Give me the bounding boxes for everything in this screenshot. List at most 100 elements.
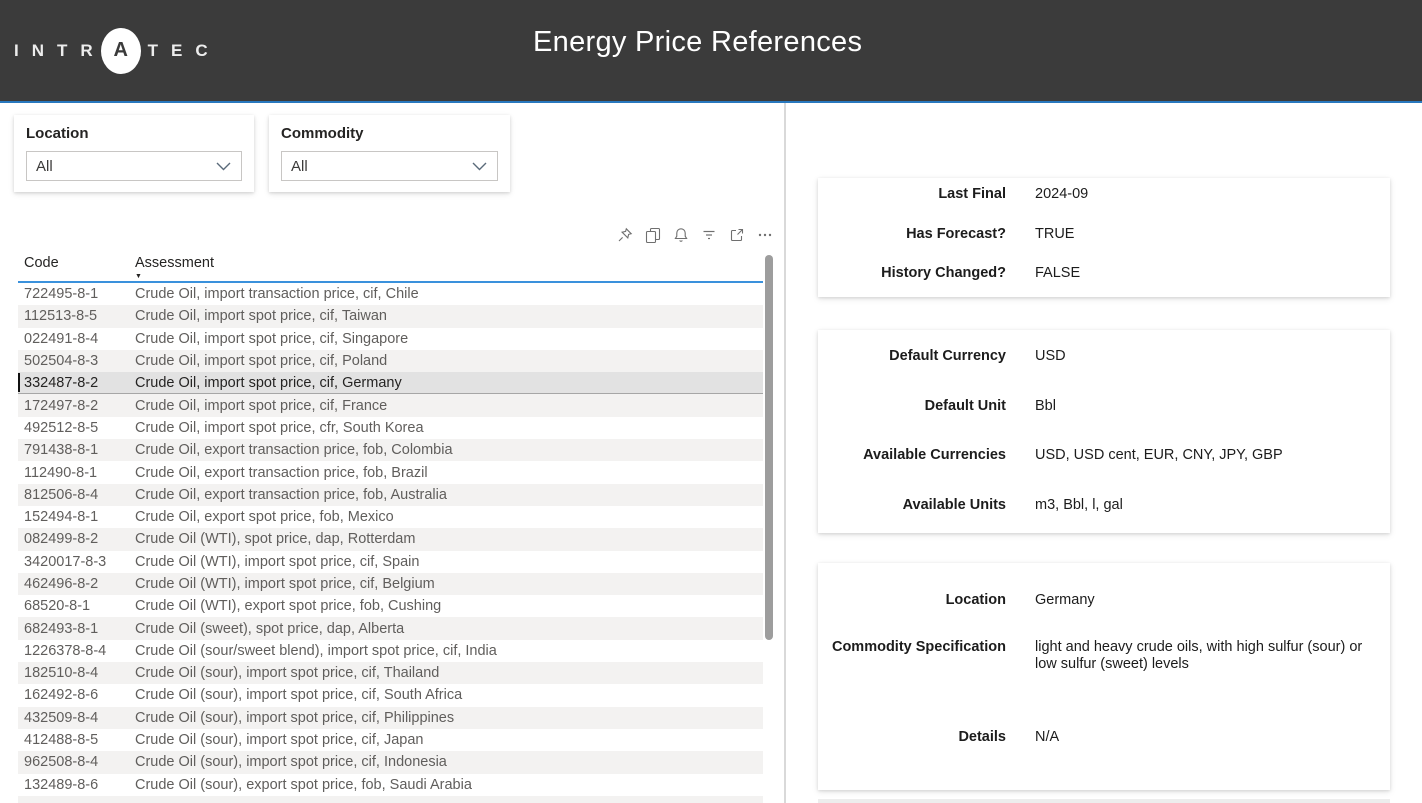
copy-icon[interactable]	[645, 227, 661, 243]
table-row[interactable]: 412488-8-5 Crude Oil (sour), import spot…	[18, 729, 763, 751]
detail-label: Details	[818, 729, 1006, 745]
code-cell: 432509-8-4	[24, 710, 135, 726]
table-row[interactable]: 812506-8-4 Crude Oil, export transaction…	[18, 484, 763, 506]
code-cell: 162492-8-6	[24, 687, 135, 703]
code-cell: 132489-8-6	[24, 777, 135, 793]
location-detail-card: Location Germany Commodity Specification…	[818, 563, 1390, 790]
table-row[interactable]: 492512-8-5 Crude Oil, import spot price,…	[18, 417, 763, 439]
table-row[interactable]: 462496-8-2 Crude Oil (WTI), import spot …	[18, 573, 763, 595]
table-scrollbar-thumb[interactable]	[765, 255, 773, 640]
detail-row: Commodity Specification light and heavy …	[818, 639, 1390, 674]
detail-row: Details N/A	[818, 729, 1390, 747]
assessment-cell: Crude Oil (sour), import spot price, cif…	[135, 732, 763, 748]
alert-bell-icon[interactable]	[673, 227, 689, 243]
partial-next-row	[18, 796, 763, 803]
table-row[interactable]: 791438-8-1 Crude Oil, export transaction…	[18, 439, 763, 461]
table-row[interactable]: 112513-8-5 Crude Oil, import spot price,…	[18, 305, 763, 327]
code-cell: 722495-8-1	[24, 286, 135, 302]
pin-icon[interactable]	[617, 227, 633, 243]
assessment-cell: Crude Oil (sour), import spot price, cif…	[135, 687, 763, 703]
table-row[interactable]: 112490-8-1 Crude Oil, export transaction…	[18, 461, 763, 483]
column-header-assessment[interactable]: Assessment ▼	[135, 253, 763, 281]
code-cell: 112490-8-1	[24, 465, 135, 481]
assessment-cell: Crude Oil (sour), import spot price, cif…	[135, 710, 763, 726]
assessment-cell: Crude Oil (WTI), import spot price, cif,…	[135, 554, 763, 570]
partial-card-edge	[818, 799, 1390, 803]
assessment-cell: Crude Oil, export transaction price, fob…	[135, 487, 763, 503]
detail-label: Default Currency	[818, 348, 1006, 364]
detail-label: Commodity Specification	[818, 639, 1006, 655]
status-detail-card: Last Final 2024-09 Has Forecast? TRUE Hi…	[818, 178, 1390, 297]
more-options-icon[interactable]	[757, 227, 773, 243]
location-dropdown[interactable]: All	[26, 151, 242, 181]
detail-value: N/A	[1035, 729, 1378, 747]
detail-label: Default Unit	[818, 398, 1006, 414]
table-header: Code Assessment ▼	[18, 253, 763, 283]
filter-icon[interactable]	[701, 227, 717, 243]
table-row[interactable]: 022491-8-4 Crude Oil, import spot price,…	[18, 328, 763, 350]
code-cell: 022491-8-4	[24, 331, 135, 347]
table-row[interactable]: 722495-8-1 Crude Oil, import transaction…	[18, 283, 763, 305]
detail-value: FALSE	[1035, 265, 1378, 283]
table-row[interactable]: 332487-8-2 Crude Oil, import spot price,…	[18, 372, 763, 394]
table-row[interactable]: 172497-8-2 Crude Oil, import spot price,…	[18, 394, 763, 416]
intratec-logo: INTR A TEC	[14, 28, 221, 74]
detail-label: History Changed?	[818, 265, 1006, 281]
section-divider	[784, 103, 786, 803]
assessment-cell: Crude Oil, import spot price, cif, Singa…	[135, 331, 763, 347]
assessment-cell: Crude Oil, import transaction price, cif…	[135, 286, 763, 302]
assessment-cell: Crude Oil (WTI), spot price, dap, Rotter…	[135, 531, 763, 547]
chevron-down-icon	[472, 162, 487, 171]
detail-value: Germany	[1035, 592, 1378, 610]
assessment-cell: Crude Oil (sour/sweet blend), import spo…	[135, 643, 763, 659]
commodity-dropdown[interactable]: All	[281, 151, 498, 181]
code-cell: 68520-8-1	[24, 598, 135, 614]
assessment-cell: Crude Oil, import spot price, cif, Taiwa…	[135, 308, 763, 324]
detail-label: Last Final	[818, 186, 1006, 202]
detail-row: Available Units m3, Bbl, l, gal	[818, 497, 1390, 515]
assessment-cell: Crude Oil, export transaction price, fob…	[135, 465, 763, 481]
focus-mode-icon[interactable]	[729, 227, 745, 243]
assessment-cell: Crude Oil (sour), import spot price, cif…	[135, 665, 763, 681]
detail-row: Default Currency USD	[818, 348, 1390, 366]
table-row[interactable]: 162492-8-6 Crude Oil (sour), import spot…	[18, 684, 763, 706]
table-body: 722495-8-1 Crude Oil, import transaction…	[18, 283, 763, 796]
table-row[interactable]: 1226378-8-4 Crude Oil (sour/sweet blend)…	[18, 640, 763, 662]
table-row[interactable]: 682493-8-1 Crude Oil (sweet), spot price…	[18, 617, 763, 639]
table-row[interactable]: 432509-8-4 Crude Oil (sour), import spot…	[18, 707, 763, 729]
logo-a-circle: A	[101, 28, 141, 74]
table-row[interactable]: 082499-8-2 Crude Oil (WTI), spot price, …	[18, 528, 763, 550]
code-cell: 112513-8-5	[24, 308, 135, 324]
detail-value: TRUE	[1035, 226, 1378, 244]
code-cell: 462496-8-2	[24, 576, 135, 592]
logo-letters-pre: INTR	[14, 41, 106, 61]
code-cell: 182510-8-4	[24, 665, 135, 681]
table-row[interactable]: 182510-8-4 Crude Oil (sour), import spot…	[18, 662, 763, 684]
table-row[interactable]: 152494-8-1 Crude Oil, export spot price,…	[18, 506, 763, 528]
code-cell: 082499-8-2	[24, 531, 135, 547]
table-row[interactable]: 68520-8-1 Crude Oil (WTI), export spot p…	[18, 595, 763, 617]
table-row[interactable]: 962508-8-4 Crude Oil (sour), import spot…	[18, 751, 763, 773]
code-cell: 412488-8-5	[24, 732, 135, 748]
assessment-cell: Crude Oil (sweet), spot price, dap, Albe…	[135, 621, 763, 637]
assessment-cell: Crude Oil, import spot price, cif, Franc…	[135, 398, 763, 414]
detail-row: Default Unit Bbl	[818, 398, 1390, 416]
assessment-cell: Crude Oil (sour), import spot price, cif…	[135, 754, 763, 770]
detail-row: Has Forecast? TRUE	[818, 226, 1390, 244]
assessment-cell: Crude Oil (WTI), import spot price, cif,…	[135, 576, 763, 592]
app-header: INTR A TEC Energy Price References	[0, 0, 1422, 103]
column-header-code[interactable]: Code	[24, 253, 135, 281]
detail-row: Last Final 2024-09	[818, 186, 1390, 204]
detail-value: light and heavy crude oils, with high su…	[1035, 639, 1378, 674]
commodity-dropdown-value: All	[291, 158, 308, 175]
code-cell: 962508-8-4	[24, 754, 135, 770]
table-row[interactable]: 132489-8-6 Crude Oil (sour), export spot…	[18, 774, 763, 796]
detail-label: Available Units	[818, 497, 1006, 513]
code-cell: 492512-8-5	[24, 420, 135, 436]
code-cell: 3420017-8-3	[24, 554, 135, 570]
table-row[interactable]: 3420017-8-3 Crude Oil (WTI), import spot…	[18, 551, 763, 573]
assessment-cell: Crude Oil, import spot price, cif, Polan…	[135, 353, 763, 369]
table-row[interactable]: 502504-8-3 Crude Oil, import spot price,…	[18, 350, 763, 372]
detail-value: m3, Bbl, l, gal	[1035, 497, 1378, 515]
detail-row: Location Germany	[818, 592, 1390, 610]
